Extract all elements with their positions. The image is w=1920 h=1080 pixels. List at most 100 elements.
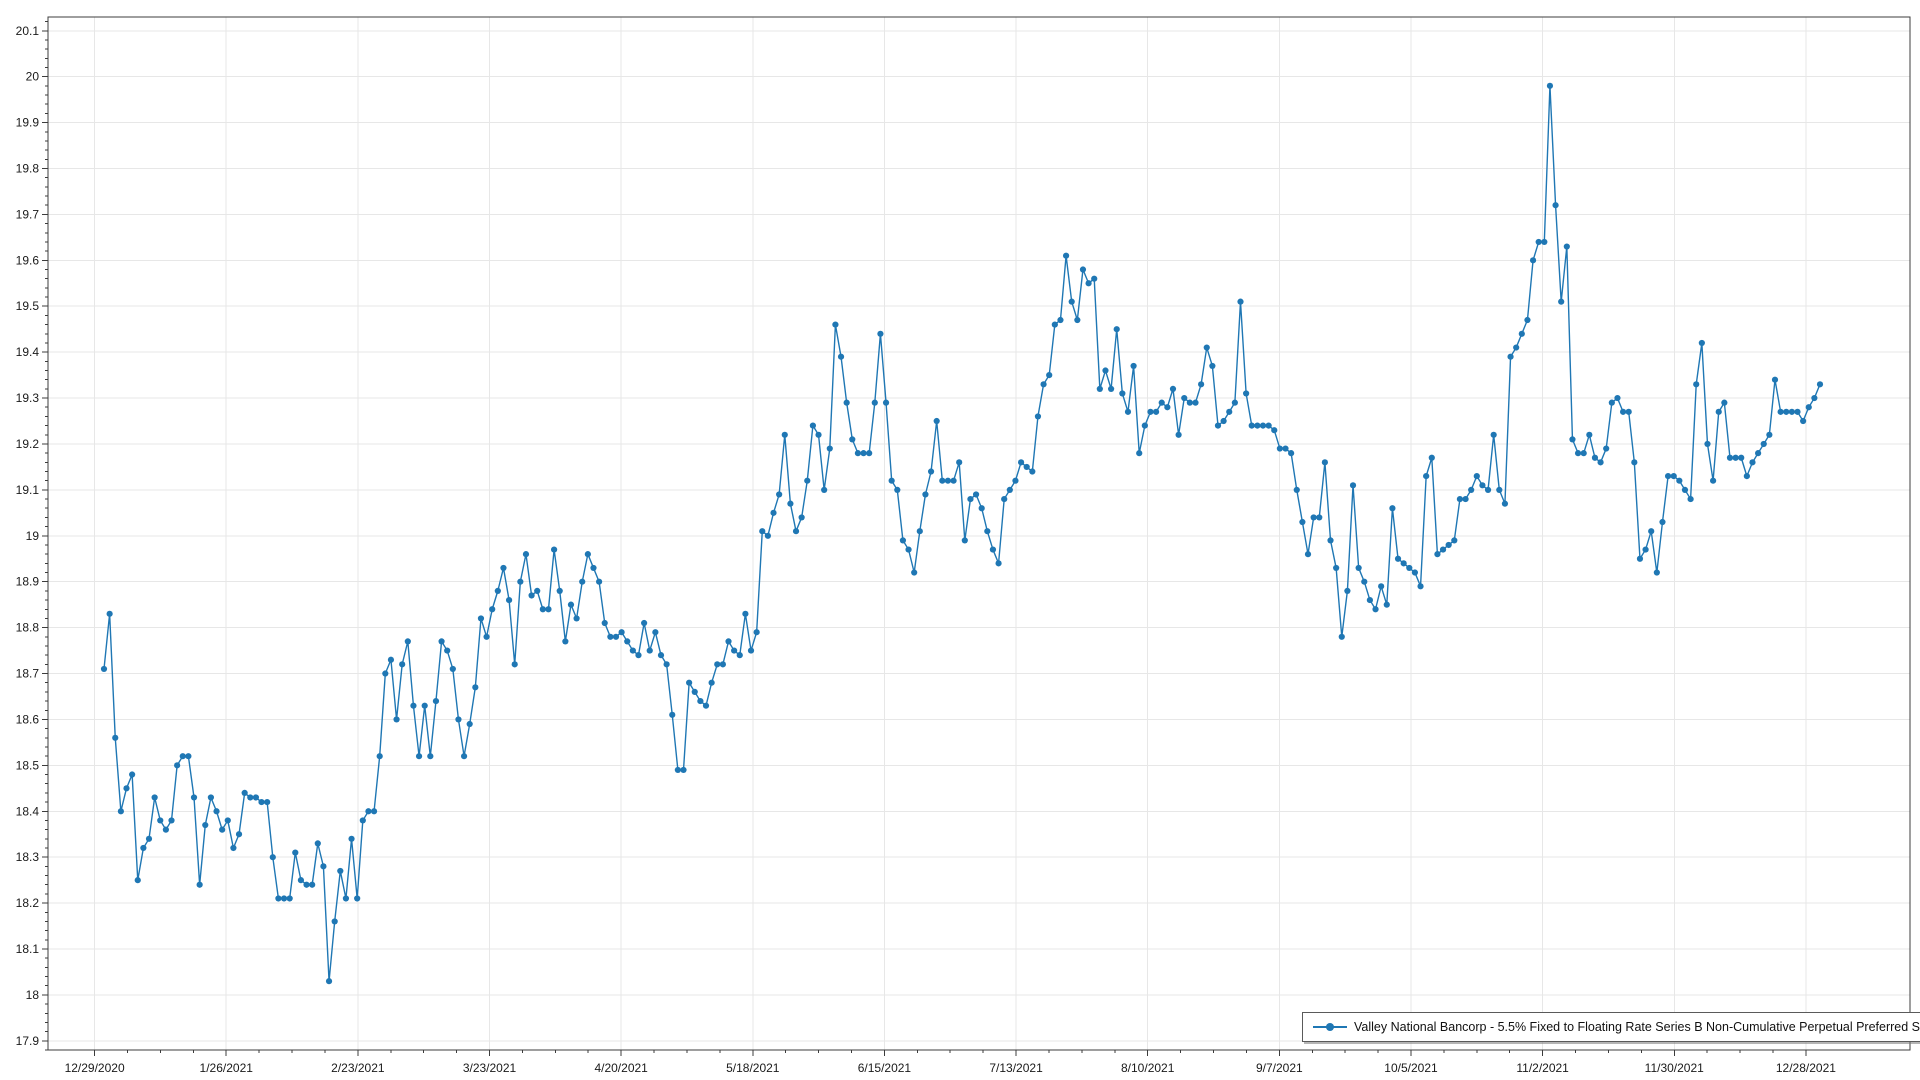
data-point[interactable] (1592, 455, 1598, 461)
data-point[interactable] (1620, 409, 1626, 415)
data-point[interactable] (1147, 409, 1153, 415)
data-point[interactable] (703, 703, 709, 709)
data-point[interactable] (838, 354, 844, 360)
data-point[interactable] (973, 491, 979, 497)
data-point[interactable] (911, 569, 917, 575)
data-point[interactable] (624, 638, 630, 644)
data-point[interactable] (123, 785, 129, 791)
data-point[interactable] (1569, 436, 1575, 442)
data-point[interactable] (1778, 409, 1784, 415)
data-point[interactable] (686, 680, 692, 686)
data-point[interactable] (877, 331, 883, 337)
data-point[interactable] (213, 808, 219, 814)
data-point[interactable] (129, 771, 135, 777)
data-point[interactable] (1462, 496, 1468, 502)
data-point[interactable] (669, 712, 675, 718)
data-point[interactable] (500, 565, 506, 571)
data-point[interactable] (416, 753, 422, 759)
data-point[interactable] (343, 895, 349, 901)
data-point[interactable] (652, 629, 658, 635)
data-point[interactable] (1665, 473, 1671, 479)
data-point[interactable] (472, 684, 478, 690)
data-point[interactable] (1783, 409, 1789, 415)
data-point[interactable] (1114, 326, 1120, 332)
data-point[interactable] (225, 817, 231, 823)
data-point[interactable] (742, 611, 748, 617)
data-point[interactable] (995, 560, 1001, 566)
data-point[interactable] (298, 877, 304, 883)
data-point[interactable] (1749, 459, 1755, 465)
data-point[interactable] (568, 602, 574, 608)
data-point[interactable] (1614, 395, 1620, 401)
data-point[interactable] (1108, 386, 1114, 392)
data-point[interactable] (1119, 390, 1125, 396)
data-point[interactable] (782, 432, 788, 438)
data-point[interactable] (804, 478, 810, 484)
data-point[interactable] (1164, 404, 1170, 410)
data-point[interactable] (1243, 390, 1249, 396)
data-point[interactable] (1671, 473, 1677, 479)
data-point[interactable] (461, 753, 467, 759)
data-point[interactable] (1423, 473, 1429, 479)
data-point[interactable] (1626, 409, 1632, 415)
data-point[interactable] (1029, 468, 1035, 474)
data-point[interactable] (1288, 450, 1294, 456)
data-point[interactable] (967, 496, 973, 502)
data-point[interactable] (1209, 363, 1215, 369)
data-point[interactable] (1339, 634, 1345, 640)
data-point[interactable] (140, 845, 146, 851)
data-point[interactable] (1069, 299, 1075, 305)
data-point[interactable] (309, 882, 315, 888)
data-point[interactable] (1260, 423, 1266, 429)
data-point[interactable] (332, 918, 338, 924)
data-point[interactable] (1327, 537, 1333, 543)
data-point[interactable] (1102, 367, 1108, 373)
data-point[interactable] (1187, 400, 1193, 406)
data-point[interactable] (1176, 432, 1182, 438)
data-point[interactable] (191, 794, 197, 800)
data-point[interactable] (1215, 423, 1221, 429)
data-point[interactable] (107, 611, 113, 617)
data-point[interactable] (371, 808, 377, 814)
data-point[interactable] (197, 882, 203, 888)
data-point[interactable] (1294, 487, 1300, 493)
data-point[interactable] (1052, 322, 1058, 328)
data-point[interactable] (534, 588, 540, 594)
data-point[interactable] (410, 703, 416, 709)
data-point[interactable] (1457, 496, 1463, 502)
data-point[interactable] (152, 794, 158, 800)
data-point[interactable] (1738, 455, 1744, 461)
data-point[interactable] (1811, 395, 1817, 401)
data-point[interactable] (748, 647, 754, 653)
data-point[interactable] (326, 978, 332, 984)
data-point[interactable] (894, 487, 900, 493)
data-point[interactable] (635, 652, 641, 658)
data-point[interactable] (1249, 423, 1255, 429)
data-point[interactable] (438, 638, 444, 644)
data-point[interactable] (765, 533, 771, 539)
data-point[interactable] (467, 721, 473, 727)
data-point[interactable] (1693, 381, 1699, 387)
data-point[interactable] (1012, 478, 1018, 484)
data-point[interactable] (1682, 487, 1688, 493)
data-point[interactable] (647, 647, 653, 653)
data-point[interactable] (506, 597, 512, 603)
data-point[interactable] (928, 468, 934, 474)
data-point[interactable] (759, 528, 765, 534)
data-point[interactable] (1254, 423, 1260, 429)
data-point[interactable] (1406, 565, 1412, 571)
data-point[interactable] (1609, 400, 1615, 406)
data-point[interactable] (821, 487, 827, 493)
data-point[interactable] (281, 895, 287, 901)
data-point[interactable] (1389, 505, 1395, 511)
data-point[interactable] (956, 459, 962, 465)
data-point[interactable] (1232, 400, 1238, 406)
data-point[interactable] (242, 790, 248, 796)
data-point[interactable] (1192, 400, 1198, 406)
data-point[interactable] (1547, 83, 1553, 89)
data-point[interactable] (697, 698, 703, 704)
data-point[interactable] (1541, 239, 1547, 245)
data-point[interactable] (1727, 455, 1733, 461)
data-point[interactable] (230, 845, 236, 851)
data-point[interactable] (1361, 579, 1367, 585)
